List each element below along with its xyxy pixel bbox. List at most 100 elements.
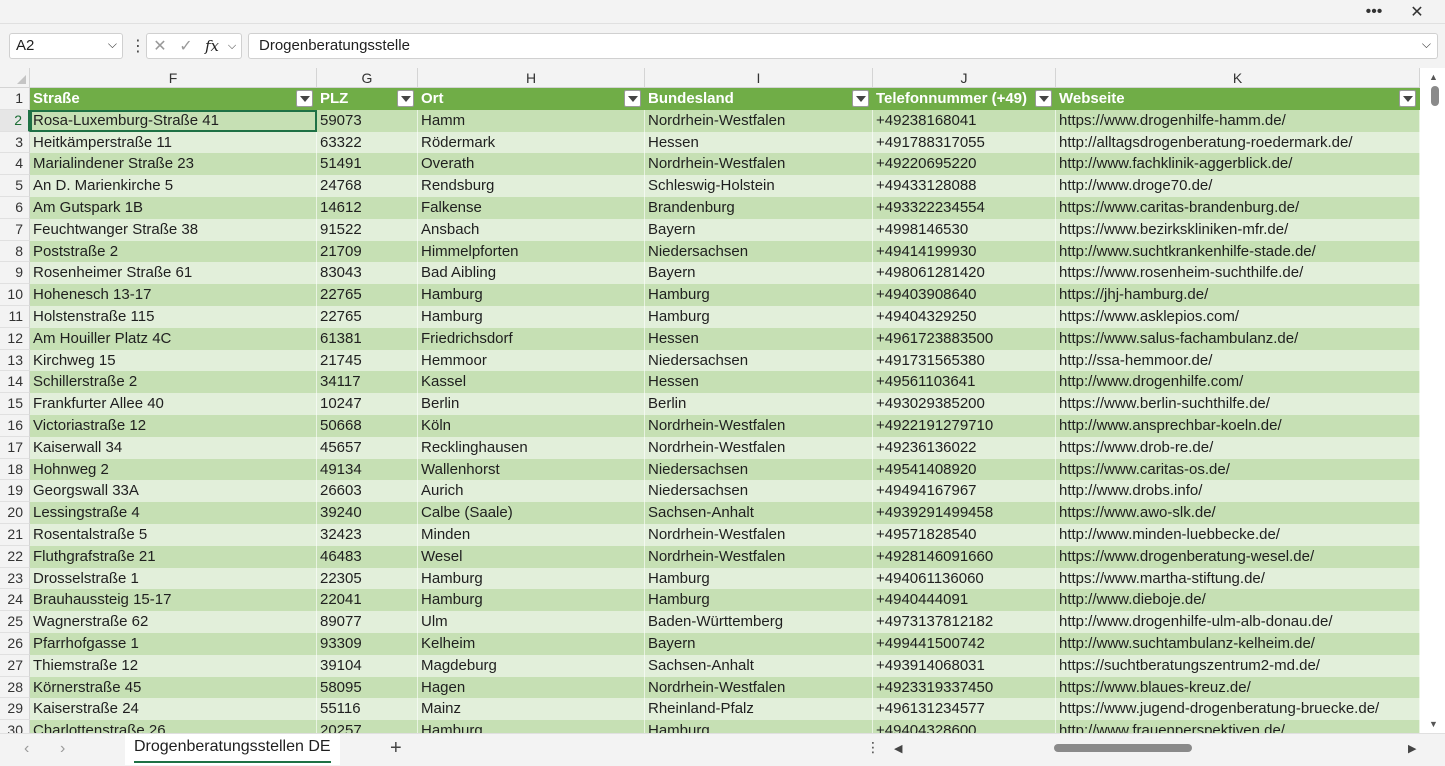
cell-bundesland[interactable]: Brandenburg (645, 196, 873, 219)
cell-webseite[interactable]: https://www.martha-stiftung.de/ (1056, 567, 1420, 590)
cell-plz[interactable]: 22765 (317, 284, 418, 306)
cell-strasse[interactable]: Victoriastraße 12 (30, 414, 317, 437)
cell-telefon[interactable]: +493914068031 (873, 654, 1056, 677)
row-number[interactable]: 10 (0, 284, 30, 306)
formula-input[interactable]: Drogenberatungsstelle ⌵ (248, 33, 1438, 59)
add-sheet-button[interactable]: + (390, 737, 402, 760)
cell-plz[interactable]: 63322 (317, 131, 418, 154)
cell-strasse[interactable]: An D. Marienkirche 5 (30, 175, 317, 197)
cell-telefon[interactable]: +4928146091660 (873, 545, 1056, 568)
cell-plz[interactable]: 55116 (317, 698, 418, 721)
row-number[interactable]: 25 (0, 611, 30, 633)
enter-icon[interactable]: ✓ (173, 36, 199, 56)
filter-dropdown-icon[interactable] (852, 90, 869, 107)
cell-webseite[interactable]: https://www.bezirkskliniken-mfr.de/ (1056, 218, 1420, 241)
cell-webseite[interactable]: https://www.caritas-brandenburg.de/ (1056, 196, 1420, 219)
row-number[interactable]: 15 (0, 393, 30, 415)
cell-plz[interactable]: 89077 (317, 611, 418, 633)
cell-telefon[interactable]: +49414199930 (873, 240, 1056, 263)
cell-webseite[interactable]: https://www.drogenhilfe-hamm.de/ (1056, 109, 1420, 132)
cell-strasse[interactable]: Pfarrhofgasse 1 (30, 632, 317, 655)
cell-telefon[interactable]: +494061136060 (873, 567, 1056, 590)
cell-plz[interactable]: 34117 (317, 371, 418, 394)
horizontal-scroll-thumb[interactable] (1054, 744, 1192, 752)
cell-ort[interactable]: Calbe (Saale) (418, 502, 645, 524)
cell-webseite[interactable]: http://alltagsdrogenberatung-roedermark.… (1056, 131, 1420, 154)
cell-ort[interactable]: Overath (418, 153, 645, 176)
cell-strasse[interactable]: Marialindener Straße 23 (30, 153, 317, 176)
cell-ort[interactable]: Minden (418, 523, 645, 546)
cell-plz[interactable]: 61381 (317, 327, 418, 350)
cell-ort[interactable]: Wesel (418, 545, 645, 568)
cell-ort[interactable]: Bad Aibling (418, 262, 645, 285)
cell-bundesland[interactable]: Hamburg (645, 567, 873, 590)
cell-telefon[interactable]: +4998146530 (873, 218, 1056, 241)
cell-plz[interactable]: 83043 (317, 262, 418, 285)
column-header-ort[interactable]: H (418, 68, 645, 88)
cell-plz[interactable]: 51491 (317, 153, 418, 176)
cell-bundesland[interactable]: Niedersachsen (645, 240, 873, 263)
header-cell-strasse[interactable]: Straße (30, 88, 317, 110)
filter-dropdown-icon[interactable] (1399, 90, 1416, 107)
cell-plz[interactable]: 93309 (317, 632, 418, 655)
cell-plz[interactable]: 91522 (317, 218, 418, 241)
cell-telefon[interactable]: +49404328600 (873, 720, 1056, 733)
cell-plz[interactable]: 50668 (317, 414, 418, 437)
cell-webseite[interactable]: http://www.droge70.de/ (1056, 175, 1420, 197)
row-number[interactable]: 17 (0, 436, 30, 459)
cell-webseite[interactable]: https://www.awo-slk.de/ (1056, 502, 1420, 524)
cell-plz[interactable]: 10247 (317, 393, 418, 415)
row-number[interactable]: 24 (0, 589, 30, 612)
cancel-icon[interactable]: ✕ (147, 36, 173, 56)
cell-webseite[interactable]: https://www.drogenberatung-wesel.de/ (1056, 545, 1420, 568)
row-number[interactable]: 18 (0, 458, 30, 481)
row-number[interactable]: 21 (0, 523, 30, 546)
cell-webseite[interactable]: http://www.drogenhilfe.com/ (1056, 371, 1420, 394)
cell-telefon[interactable]: +4923319337450 (873, 676, 1056, 699)
row-number[interactable]: 30 (0, 720, 30, 733)
cell-webseite[interactable]: https://jhj-hamburg.de/ (1056, 284, 1420, 306)
header-cell-telefon[interactable]: Telefonnummer (+49) (873, 88, 1056, 110)
header-cell-bundesland[interactable]: Bundesland (645, 88, 873, 110)
cell-telefon[interactable]: +4961723883500 (873, 327, 1056, 350)
cell-plz[interactable]: 39240 (317, 502, 418, 524)
cell-bundesland[interactable]: Bayern (645, 218, 873, 241)
cell-bundesland[interactable]: Nordrhein-Westfalen (645, 436, 873, 459)
cell-bundesland[interactable]: Hessen (645, 327, 873, 350)
previous-sheet-icon[interactable]: ‹ (24, 740, 29, 758)
cell-bundesland[interactable]: Hamburg (645, 305, 873, 328)
cell-ort[interactable]: Recklinghausen (418, 436, 645, 459)
chevron-down-icon[interactable]: ⌵ (108, 37, 117, 52)
cell-strasse[interactable]: Hohnweg 2 (30, 458, 317, 481)
cell-plz[interactable]: 24768 (317, 175, 418, 197)
cell-bundesland[interactable]: Niedersachsen (645, 480, 873, 503)
cell-ort[interactable]: Hemmoor (418, 349, 645, 372)
cell-webseite[interactable]: https://www.berlin-suchthilfe.de/ (1056, 393, 1420, 415)
filter-dropdown-icon[interactable] (296, 90, 313, 107)
cell-telefon[interactable]: +49494167967 (873, 480, 1056, 503)
insert-function-icon[interactable]: fx (199, 37, 225, 55)
cell-telefon[interactable]: +493322234554 (873, 196, 1056, 219)
cell-bundesland[interactable]: Hamburg (645, 284, 873, 306)
cell-telefon[interactable]: +491788317055 (873, 131, 1056, 154)
cell-bundesland[interactable]: Niedersachsen (645, 458, 873, 481)
cell-telefon[interactable]: +496131234577 (873, 698, 1056, 721)
row-number[interactable]: 22 (0, 545, 30, 568)
row-number[interactable]: 4 (0, 153, 30, 176)
cell-strasse[interactable]: Thiemstraße 12 (30, 654, 317, 677)
cell-webseite[interactable]: https://www.salus-fachambulanz.de/ (1056, 327, 1420, 350)
row-number[interactable]: 26 (0, 632, 30, 655)
header-cell-plz[interactable]: PLZ (317, 88, 418, 110)
vertical-scrollbar[interactable]: ▲ ▼ (1425, 68, 1445, 733)
cell-strasse[interactable]: Rosentalstraße 5 (30, 523, 317, 546)
cell-telefon[interactable]: +49561103641 (873, 371, 1056, 394)
row-number[interactable]: 7 (0, 218, 30, 241)
cell-strasse[interactable]: Kaiserstraße 24 (30, 698, 317, 721)
cell-webseite[interactable]: http://www.suchtambulanz-kelheim.de/ (1056, 632, 1420, 655)
filter-dropdown-icon[interactable] (1035, 90, 1052, 107)
row-number[interactable]: 6 (0, 196, 30, 219)
cell-strasse[interactable]: Kirchweg 15 (30, 349, 317, 372)
cell-bundesland[interactable]: Hamburg (645, 720, 873, 733)
cell-telefon[interactable]: +4939291499458 (873, 502, 1056, 524)
cell-webseite[interactable]: http://www.dieboje.de/ (1056, 589, 1420, 612)
